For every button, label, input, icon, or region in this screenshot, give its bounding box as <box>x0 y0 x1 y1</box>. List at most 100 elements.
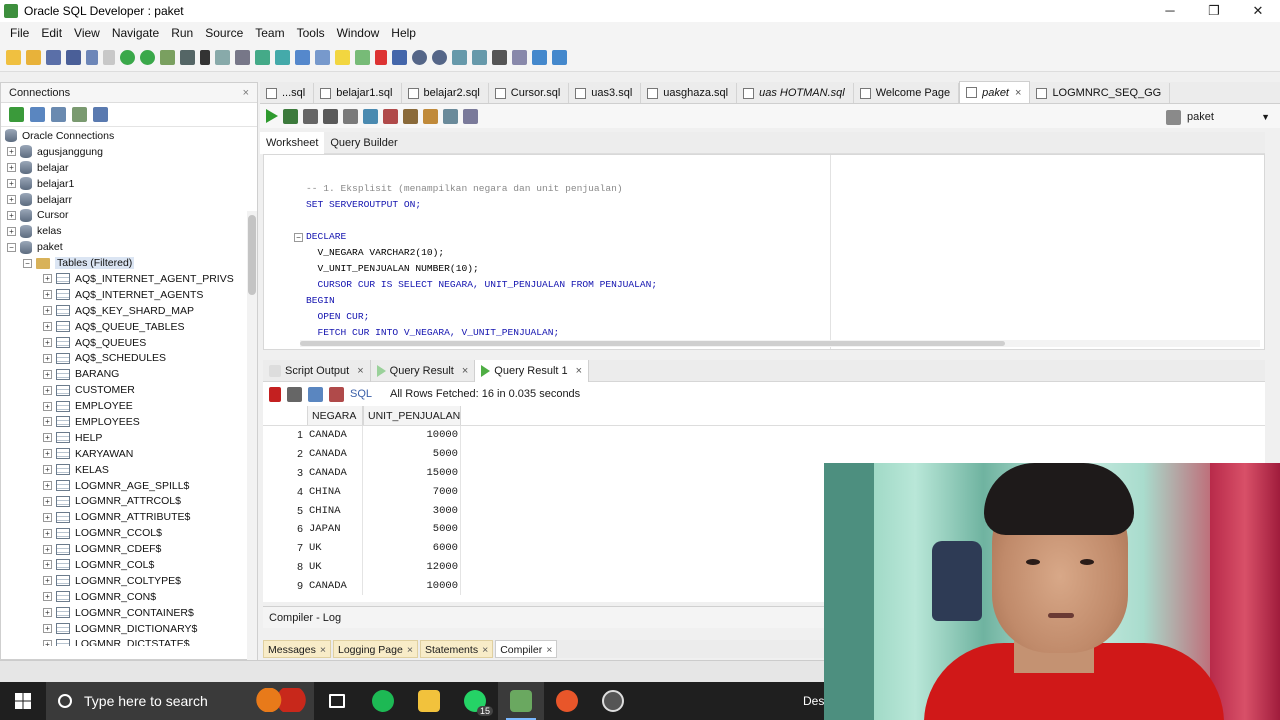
sql-editor[interactable]: − -- 1. Eksplisit (menampilkan negara da… <box>263 154 1265 350</box>
editor-tab[interactable]: belajar1.sql <box>314 83 402 103</box>
connection-item[interactable]: + belajarr <box>1 192 245 208</box>
menu-file[interactable]: File <box>4 26 35 40</box>
connection-item[interactable]: − paket <box>1 239 245 255</box>
link-icon[interactable] <box>275 50 290 65</box>
menu-edit[interactable]: Edit <box>35 26 68 40</box>
autotrace-icon[interactable] <box>303 108 318 124</box>
expand-icon[interactable]: + <box>43 449 52 459</box>
cell-unit-penjualan[interactable]: 3000 <box>363 501 461 520</box>
rollback-icon[interactable] <box>383 108 398 124</box>
cell-negara[interactable]: CANADA <box>307 444 363 464</box>
run-statement-icon[interactable] <box>266 109 278 123</box>
menu-run[interactable]: Run <box>165 26 199 40</box>
cell-negara[interactable]: JAPAN <box>307 519 363 539</box>
forward-icon[interactable] <box>140 50 155 65</box>
note-icon[interactable] <box>335 50 350 65</box>
taskbar-explorer[interactable] <box>406 682 452 720</box>
expand-icon[interactable]: + <box>43 433 52 443</box>
table-item[interactable]: + EMPLOYEES <box>1 414 245 430</box>
table-item[interactable]: + BARANG <box>1 366 245 382</box>
cell-negara[interactable]: CHINA <box>307 501 363 520</box>
tab-query-builder[interactable]: Query Builder <box>324 132 403 154</box>
chevron-down-icon[interactable]: ▼ <box>1261 112 1270 122</box>
expand-icon[interactable]: + <box>43 401 52 411</box>
table-row[interactable]: 2 CANADA 5000 <box>263 444 1265 464</box>
taskbar-screen-recorder[interactable] <box>590 682 636 720</box>
menu-view[interactable]: View <box>68 26 106 40</box>
cell-unit-penjualan[interactable]: 12000 <box>363 557 461 577</box>
expand-icon[interactable]: + <box>43 481 52 491</box>
run-script-icon[interactable] <box>283 108 298 124</box>
table-item[interactable]: + LOGMNR_ATTRCOL$ <box>1 493 245 509</box>
connection-item[interactable]: + Cursor <box>1 207 245 223</box>
table-item[interactable]: + LOGMNR_ATTRIBUTE$ <box>1 509 245 525</box>
table-item[interactable]: + LOGMNR_COL$ <box>1 557 245 573</box>
table-item[interactable]: + AQ$_KEY_SHARD_MAP <box>1 303 245 319</box>
expand-icon[interactable]: + <box>7 226 16 236</box>
delete-icon[interactable] <box>375 50 387 65</box>
close-tab-icon[interactable]: × <box>546 644 552 656</box>
cell-unit-penjualan[interactable]: 5000 <box>363 519 461 539</box>
cell-unit-penjualan[interactable]: 15000 <box>363 463 461 483</box>
expand-icon[interactable]: + <box>43 369 52 379</box>
refresh-connections-icon[interactable] <box>30 107 45 122</box>
taskbar-whatsapp[interactable]: 15 <box>452 682 498 720</box>
table-item[interactable]: + AQ$_SCHEDULES <box>1 350 245 366</box>
expand-icon[interactable]: + <box>43 465 52 475</box>
close-button[interactable]: ✕ <box>1236 0 1280 22</box>
cell-unit-penjualan[interactable]: 7000 <box>363 482 461 502</box>
zoom-out-icon[interactable] <box>432 50 447 65</box>
taskbar-search[interactable]: Type here to search <box>46 682 314 720</box>
restore-button[interactable]: ❐ <box>1192 0 1236 22</box>
expand-icon[interactable]: + <box>43 338 52 348</box>
close-panel-icon[interactable]: × <box>243 87 249 99</box>
fold-collapse-icon[interactable]: − <box>294 233 303 242</box>
expand-icon[interactable]: + <box>43 417 52 427</box>
editor-tab[interactable]: uas HOTMAN.sql <box>737 83 854 103</box>
taskbar-spotify[interactable] <box>360 682 406 720</box>
tree-vertical-scrollbar[interactable] <box>247 211 257 720</box>
result-tab[interactable]: Query Result × <box>371 359 476 382</box>
clear-icon[interactable] <box>423 108 438 124</box>
editor-tab[interactable]: ...sql <box>260 83 315 103</box>
table-item[interactable]: + LOGMNR_COLTYPE$ <box>1 573 245 589</box>
expand-icon[interactable]: + <box>43 608 52 618</box>
expand-icon[interactable]: + <box>43 353 52 363</box>
log-tab[interactable]: Compiler × <box>495 640 558 658</box>
expand-icon[interactable]: + <box>43 290 52 300</box>
close-tab-icon[interactable]: × <box>576 365 582 377</box>
fit-icon[interactable] <box>452 50 467 65</box>
taskbar-sql-developer[interactable] <box>498 682 544 720</box>
expand-icon[interactable]: + <box>43 322 52 332</box>
start-button[interactable] <box>0 682 46 720</box>
refresh-icon[interactable] <box>255 50 270 65</box>
close-tab-icon[interactable]: × <box>462 365 468 377</box>
back-icon[interactable] <box>120 50 135 65</box>
cell-negara[interactable]: CANADA <box>307 463 363 483</box>
result-tab[interactable]: Query Result 1 × <box>475 359 590 382</box>
sql-tuning-icon[interactable] <box>343 108 358 124</box>
cell-negara[interactable]: CANADA <box>307 576 363 596</box>
tab-worksheet[interactable]: Worksheet <box>260 131 325 154</box>
page-icon[interactable] <box>295 50 310 65</box>
expand-icon[interactable]: + <box>43 528 52 538</box>
connection-item[interactable]: + belajar1 <box>1 176 245 192</box>
expand-icon[interactable]: + <box>43 576 52 586</box>
expand-icon[interactable]: + <box>43 385 52 395</box>
collapse-icon[interactable]: − <box>23 258 32 268</box>
tree-root[interactable]: Oracle Connections <box>1 128 245 144</box>
expand-icon[interactable]: + <box>7 210 16 220</box>
sql-link[interactable]: SQL <box>350 388 372 400</box>
column-header-negara[interactable]: NEGARA <box>307 406 363 425</box>
task-view-button[interactable] <box>314 682 360 720</box>
menu-help[interactable]: Help <box>385 26 422 40</box>
editor-tab[interactable]: paket × <box>959 81 1031 103</box>
table-item[interactable]: + EMPLOYEE <box>1 398 245 414</box>
table-item[interactable]: + LOGMNR_AGE_SPILL$ <box>1 478 245 494</box>
menu-window[interactable]: Window <box>331 26 386 40</box>
save-icon[interactable] <box>46 50 61 65</box>
close-tab-icon[interactable]: × <box>357 365 363 377</box>
add-connection-icon[interactable] <box>9 107 24 122</box>
table-item[interactable]: + LOGMNR_CON$ <box>1 589 245 605</box>
run-config-icon[interactable] <box>160 50 175 65</box>
